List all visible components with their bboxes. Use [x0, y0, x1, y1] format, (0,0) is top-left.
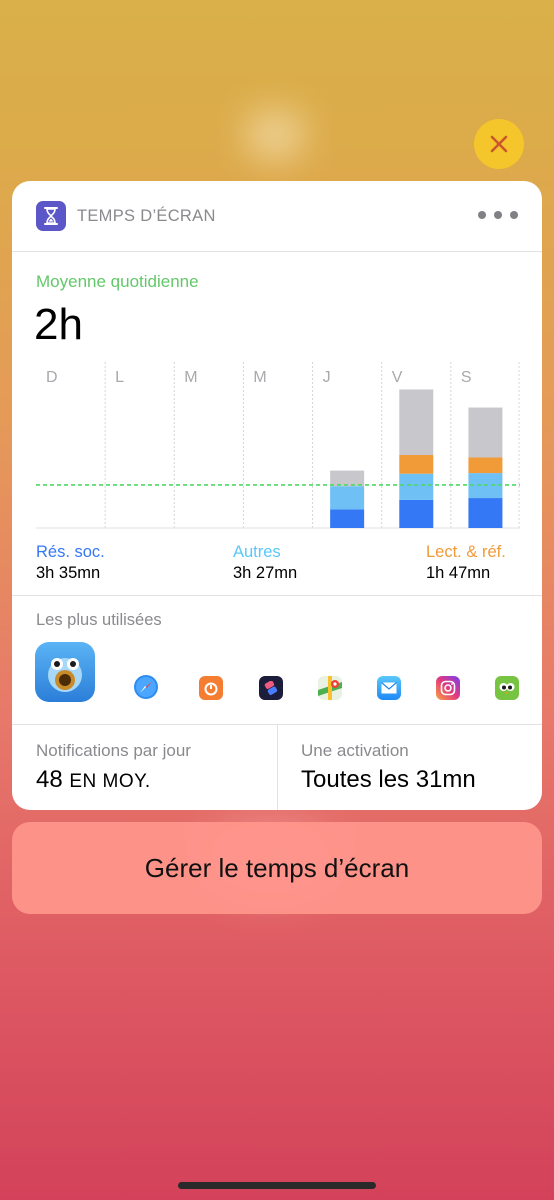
- day-label: L: [115, 369, 124, 386]
- hourglass-icon: [36, 201, 66, 231]
- widget-header: TEMPS D’ÉCRAN: [12, 181, 542, 252]
- usage-chart: DLMMJVS: [36, 362, 520, 529]
- tweetbot-icon[interactable]: [35, 642, 95, 702]
- timer-icon[interactable]: [199, 676, 223, 700]
- most-used-label: Les plus utilisées: [36, 611, 162, 629]
- day-label: J: [323, 369, 331, 386]
- day-label: D: [46, 369, 58, 386]
- activation-value: Toutes les 31mn: [301, 766, 476, 793]
- legend-label: Autres: [233, 543, 281, 561]
- day-label: V: [392, 369, 403, 386]
- close-icon: [490, 135, 508, 153]
- notifications-label: Notifications par jour: [36, 741, 191, 760]
- notifications-suffix: EN MOY.: [69, 771, 151, 792]
- bar-segment: [468, 498, 503, 528]
- bar-segment: [330, 509, 365, 528]
- more-dot: [494, 211, 502, 219]
- legend-other: Autres 3h 27mn: [233, 543, 297, 583]
- home-indicator[interactable]: [178, 1182, 376, 1189]
- bar-segment: [399, 389, 434, 455]
- screen-time-widget: TEMPS D’ÉCRAN Moyenne quotidienne 2h D L M…: [12, 181, 542, 810]
- widget-title: TEMPS D’ÉCRAN: [77, 207, 216, 225]
- average-value: 2h: [34, 300, 83, 349]
- manage-screen-time-button[interactable]: Gérer le temps d’écran: [12, 822, 542, 914]
- bar-segment: [399, 473, 434, 500]
- background-blur: [245, 110, 305, 160]
- notifications-value: 48 EN MOY.: [36, 766, 151, 794]
- google-maps-icon[interactable]: [318, 676, 342, 700]
- legend-label: Rés. soc.: [36, 543, 105, 561]
- more-dot: [510, 211, 518, 219]
- legend-reading: Lect. & réf. 1h 47mn: [426, 543, 506, 583]
- section-divider: [12, 595, 542, 596]
- stats-divider: [277, 725, 278, 810]
- shortcuts-icon[interactable]: [259, 676, 283, 700]
- average-label: Moyenne quotidienne: [36, 272, 199, 291]
- day-label: M: [184, 369, 197, 386]
- bar-segment: [399, 454, 434, 474]
- mail-icon[interactable]: [377, 676, 401, 700]
- bar-segment: [468, 407, 503, 458]
- bar-segment: [468, 457, 503, 474]
- safari-icon[interactable]: [133, 674, 159, 700]
- day-label: S: [461, 369, 472, 386]
- day-label: M: [253, 369, 266, 386]
- notifications-count: 48: [36, 766, 63, 793]
- close-button[interactable]: [474, 119, 524, 169]
- legend-value: 1h 47mn: [426, 564, 491, 582]
- legend-value: 3h 35mn: [36, 564, 101, 582]
- activation-label: Une activation: [301, 741, 409, 760]
- bar-segment: [399, 499, 434, 528]
- more-options-button[interactable]: [478, 203, 518, 227]
- bar-segment: [330, 486, 365, 510]
- bar-segment: [330, 470, 365, 487]
- instagram-icon[interactable]: [436, 676, 460, 700]
- legend-label: Lect. & réf.: [426, 543, 506, 561]
- legend-value: 3h 27mn: [233, 564, 298, 582]
- duolingo-icon[interactable]: [495, 676, 519, 700]
- more-dot: [478, 211, 486, 219]
- legend-social: Rés. soc. 3h 35mn: [36, 543, 105, 583]
